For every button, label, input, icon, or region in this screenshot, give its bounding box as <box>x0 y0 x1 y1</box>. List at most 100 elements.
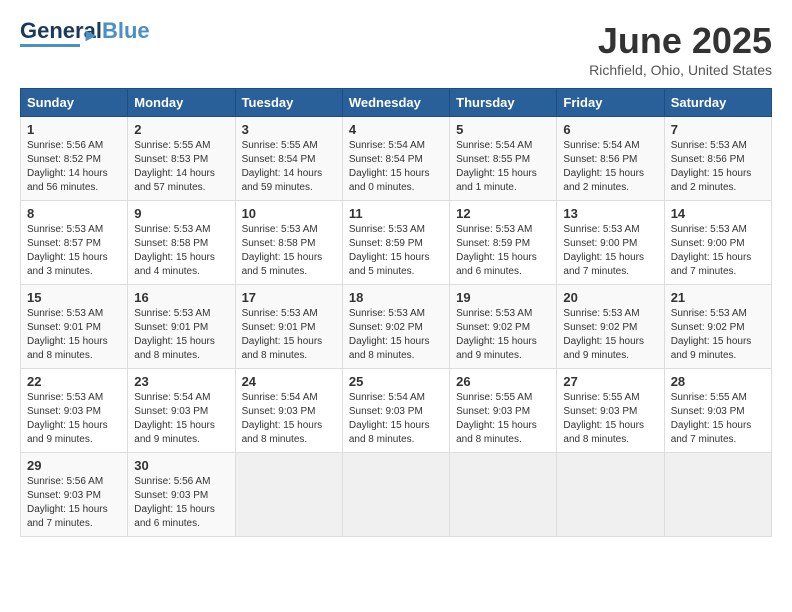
calendar-cell-day-22: 22 Sunrise: 5:53 AMSunset: 9:03 PMDaylig… <box>21 369 128 453</box>
calendar-cell-day-23: 23 Sunrise: 5:54 AMSunset: 9:03 PMDaylig… <box>128 369 235 453</box>
day-info: Sunrise: 5:53 AMSunset: 8:59 PMDaylight:… <box>456 224 537 277</box>
calendar-cell-day-4: 4 Sunrise: 5:54 AMSunset: 8:54 PMDayligh… <box>342 117 449 201</box>
calendar-cell-day-13: 13 Sunrise: 5:53 AMSunset: 9:00 PMDaylig… <box>557 201 664 285</box>
calendar-cell-day-15: 15 Sunrise: 5:53 AMSunset: 9:01 PMDaylig… <box>21 285 128 369</box>
day-number: 27 <box>563 374 657 389</box>
logo-icon: ► <box>82 25 100 46</box>
day-number: 18 <box>349 290 443 305</box>
day-info: Sunrise: 5:54 AMSunset: 8:56 PMDaylight:… <box>563 140 644 193</box>
calendar-cell-day-7: 7 Sunrise: 5:53 AMSunset: 8:56 PMDayligh… <box>664 117 771 201</box>
calendar-cell-day-9: 9 Sunrise: 5:53 AMSunset: 8:58 PMDayligh… <box>128 201 235 285</box>
col-wednesday: Wednesday <box>342 89 449 117</box>
day-info: Sunrise: 5:53 AMSunset: 8:56 PMDaylight:… <box>671 140 752 193</box>
day-info: Sunrise: 5:53 AMSunset: 9:02 PMDaylight:… <box>563 308 644 361</box>
col-sunday: Sunday <box>21 89 128 117</box>
calendar-cell-empty <box>235 453 342 537</box>
calendar-cell-day-18: 18 Sunrise: 5:53 AMSunset: 9:02 PMDaylig… <box>342 285 449 369</box>
day-info: Sunrise: 5:55 AMSunset: 8:53 PMDaylight:… <box>134 140 215 193</box>
calendar-cell-day-10: 10 Sunrise: 5:53 AMSunset: 8:58 PMDaylig… <box>235 201 342 285</box>
day-number: 14 <box>671 206 765 221</box>
day-info: Sunrise: 5:55 AMSunset: 8:54 PMDaylight:… <box>242 140 323 193</box>
day-info: Sunrise: 5:53 AMSunset: 9:02 PMDaylight:… <box>456 308 537 361</box>
day-info: Sunrise: 5:53 AMSunset: 9:01 PMDaylight:… <box>242 308 323 361</box>
calendar-cell-day-29: 29 Sunrise: 5:56 AMSunset: 9:03 PMDaylig… <box>21 453 128 537</box>
calendar-cell-day-14: 14 Sunrise: 5:53 AMSunset: 9:00 PMDaylig… <box>664 201 771 285</box>
day-info: Sunrise: 5:53 AMSunset: 9:00 PMDaylight:… <box>671 224 752 277</box>
calendar-cell-empty <box>342 453 449 537</box>
header-row: Sunday Monday Tuesday Wednesday Thursday… <box>21 89 772 117</box>
day-number: 30 <box>134 458 228 473</box>
calendar-cell-day-26: 26 Sunrise: 5:55 AMSunset: 9:03 PMDaylig… <box>450 369 557 453</box>
col-thursday: Thursday <box>450 89 557 117</box>
calendar-cell-day-12: 12 Sunrise: 5:53 AMSunset: 8:59 PMDaylig… <box>450 201 557 285</box>
day-number: 10 <box>242 206 336 221</box>
day-number: 17 <box>242 290 336 305</box>
day-info: Sunrise: 5:53 AMSunset: 8:59 PMDaylight:… <box>349 224 430 277</box>
header: GeneralBlue ► June 2025 Richfield, Ohio,… <box>20 20 772 78</box>
day-info: Sunrise: 5:56 AMSunset: 9:03 PMDaylight:… <box>27 476 108 529</box>
day-number: 7 <box>671 122 765 137</box>
day-info: Sunrise: 5:56 AMSunset: 9:03 PMDaylight:… <box>134 476 215 529</box>
calendar-week-2: 8 Sunrise: 5:53 AMSunset: 8:57 PMDayligh… <box>21 201 772 285</box>
day-info: Sunrise: 5:53 AMSunset: 8:58 PMDaylight:… <box>134 224 215 277</box>
calendar-cell-day-16: 16 Sunrise: 5:53 AMSunset: 9:01 PMDaylig… <box>128 285 235 369</box>
day-info: Sunrise: 5:53 AMSunset: 9:03 PMDaylight:… <box>27 392 108 445</box>
calendar-cell-day-25: 25 Sunrise: 5:54 AMSunset: 9:03 PMDaylig… <box>342 369 449 453</box>
day-number: 13 <box>563 206 657 221</box>
day-number: 26 <box>456 374 550 389</box>
day-info: Sunrise: 5:53 AMSunset: 8:57 PMDaylight:… <box>27 224 108 277</box>
day-number: 5 <box>456 122 550 137</box>
day-number: 22 <box>27 374 121 389</box>
logo-blue: Blue <box>102 18 150 43</box>
day-info: Sunrise: 5:53 AMSunset: 8:58 PMDaylight:… <box>242 224 323 277</box>
calendar-cell-empty <box>450 453 557 537</box>
day-number: 29 <box>27 458 121 473</box>
calendar-cell-day-17: 17 Sunrise: 5:53 AMSunset: 9:01 PMDaylig… <box>235 285 342 369</box>
day-info: Sunrise: 5:53 AMSunset: 9:02 PMDaylight:… <box>671 308 752 361</box>
calendar-table: Sunday Monday Tuesday Wednesday Thursday… <box>20 88 772 537</box>
day-number: 19 <box>456 290 550 305</box>
day-number: 28 <box>671 374 765 389</box>
calendar-cell-day-19: 19 Sunrise: 5:53 AMSunset: 9:02 PMDaylig… <box>450 285 557 369</box>
day-number: 16 <box>134 290 228 305</box>
logo: GeneralBlue ► <box>20 20 150 46</box>
col-friday: Friday <box>557 89 664 117</box>
day-number: 2 <box>134 122 228 137</box>
calendar-cell-day-24: 24 Sunrise: 5:54 AMSunset: 9:03 PMDaylig… <box>235 369 342 453</box>
month-title: June 2025 <box>589 20 772 62</box>
day-info: Sunrise: 5:54 AMSunset: 9:03 PMDaylight:… <box>349 392 430 445</box>
day-number: 4 <box>349 122 443 137</box>
calendar-cell-day-11: 11 Sunrise: 5:53 AMSunset: 8:59 PMDaylig… <box>342 201 449 285</box>
day-info: Sunrise: 5:54 AMSunset: 9:03 PMDaylight:… <box>242 392 323 445</box>
day-number: 6 <box>563 122 657 137</box>
calendar-cell-day-5: 5 Sunrise: 5:54 AMSunset: 8:55 PMDayligh… <box>450 117 557 201</box>
day-number: 1 <box>27 122 121 137</box>
calendar-cell-day-27: 27 Sunrise: 5:55 AMSunset: 9:03 PMDaylig… <box>557 369 664 453</box>
calendar-week-1: 1 Sunrise: 5:56 AMSunset: 8:52 PMDayligh… <box>21 117 772 201</box>
day-number: 9 <box>134 206 228 221</box>
day-info: Sunrise: 5:53 AMSunset: 9:01 PMDaylight:… <box>27 308 108 361</box>
day-number: 3 <box>242 122 336 137</box>
day-number: 20 <box>563 290 657 305</box>
location: Richfield, Ohio, United States <box>589 62 772 78</box>
day-info: Sunrise: 5:56 AMSunset: 8:52 PMDaylight:… <box>27 140 108 193</box>
title-area: June 2025 Richfield, Ohio, United States <box>589 20 772 78</box>
col-monday: Monday <box>128 89 235 117</box>
day-info: Sunrise: 5:53 AMSunset: 9:02 PMDaylight:… <box>349 308 430 361</box>
day-number: 15 <box>27 290 121 305</box>
calendar-cell-day-28: 28 Sunrise: 5:55 AMSunset: 9:03 PMDaylig… <box>664 369 771 453</box>
day-number: 8 <box>27 206 121 221</box>
day-info: Sunrise: 5:53 AMSunset: 9:00 PMDaylight:… <box>563 224 644 277</box>
calendar-cell-day-20: 20 Sunrise: 5:53 AMSunset: 9:02 PMDaylig… <box>557 285 664 369</box>
col-saturday: Saturday <box>664 89 771 117</box>
day-number: 25 <box>349 374 443 389</box>
day-info: Sunrise: 5:55 AMSunset: 9:03 PMDaylight:… <box>563 392 644 445</box>
calendar-week-3: 15 Sunrise: 5:53 AMSunset: 9:01 PMDaylig… <box>21 285 772 369</box>
col-tuesday: Tuesday <box>235 89 342 117</box>
day-number: 12 <box>456 206 550 221</box>
calendar-week-4: 22 Sunrise: 5:53 AMSunset: 9:03 PMDaylig… <box>21 369 772 453</box>
calendar-cell-day-1: 1 Sunrise: 5:56 AMSunset: 8:52 PMDayligh… <box>21 117 128 201</box>
calendar-cell-day-6: 6 Sunrise: 5:54 AMSunset: 8:56 PMDayligh… <box>557 117 664 201</box>
day-info: Sunrise: 5:55 AMSunset: 9:03 PMDaylight:… <box>671 392 752 445</box>
calendar-cell-day-8: 8 Sunrise: 5:53 AMSunset: 8:57 PMDayligh… <box>21 201 128 285</box>
